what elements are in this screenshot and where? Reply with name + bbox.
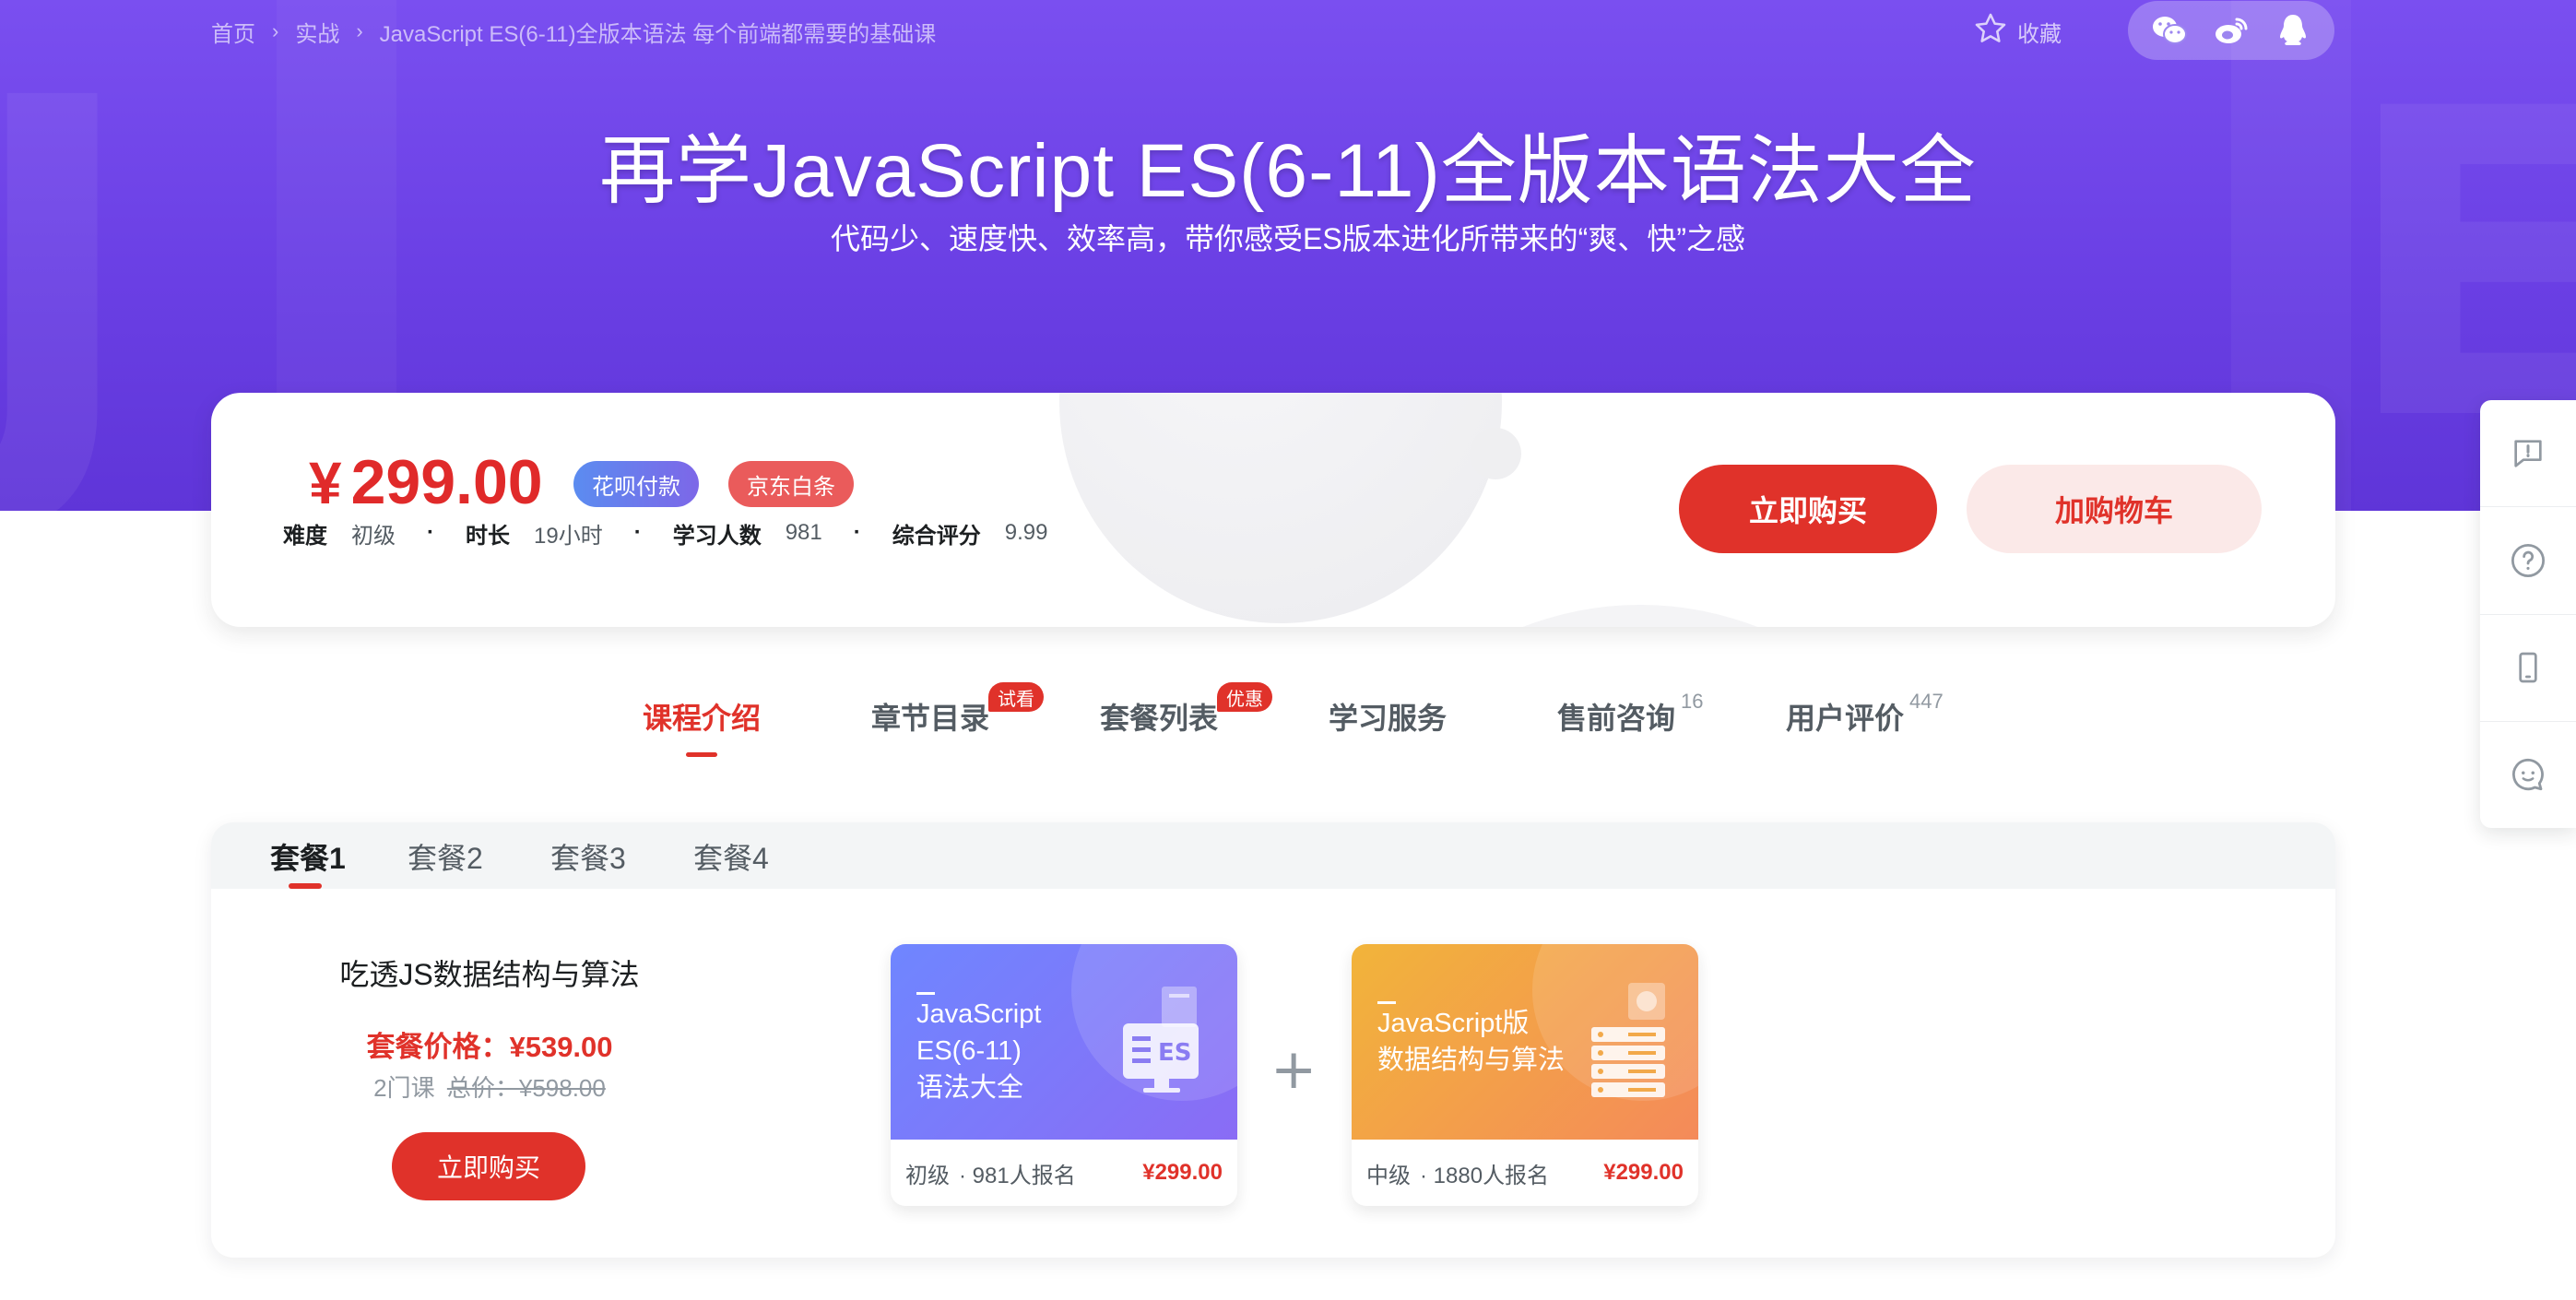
package-course-count: 2门课	[373, 1074, 435, 1102]
tab-package-1[interactable]: 套餐1	[270, 835, 346, 878]
meta-label-learners: 学习人数	[672, 523, 762, 549]
separator-dot: ·	[853, 520, 861, 545]
meta-value-difficulty: 初级	[351, 523, 396, 549]
wechat-icon[interactable]	[2149, 10, 2190, 51]
tab-chapters[interactable]: 章节目录	[871, 693, 989, 739]
card-decoration	[1318, 605, 1963, 627]
server-stack-icon	[1588, 983, 1676, 1107]
package-panel: 套餐1 套餐2 套餐3 套餐4 吃透JS数据结构与算法 套餐价格：¥539.00…	[211, 822, 2335, 1258]
course-title: 再学JavaScript ES(6-11)全版本语法大全	[599, 129, 1977, 213]
tab-package-4[interactable]: 套餐4	[693, 835, 769, 878]
breadcrumb-current: JavaScript ES(6-11)全版本语法 每个前端都需要的基础课	[379, 21, 937, 47]
active-package-indicator	[289, 883, 322, 889]
card-decoration	[1470, 428, 1521, 479]
meta-value-duration: 19小时	[534, 523, 603, 549]
side-toolbar	[2480, 400, 2576, 828]
chevron-right-icon: ›	[272, 19, 279, 42]
discount-badge: 优惠	[1217, 682, 1272, 712]
share-group	[2128, 1, 2334, 60]
course-card-title: JavaScript版 数据结构与算法	[1377, 1009, 1566, 1075]
course-level: 初级	[905, 1163, 950, 1188]
add-to-cart-button[interactable]: 加购物车	[1967, 465, 2262, 553]
price-value: 299.00	[350, 447, 543, 517]
breadcrumb-category[interactable]: 实战	[295, 16, 339, 48]
course-price: ¥299.00	[1142, 1160, 1223, 1185]
favorite-button[interactable]: 收藏	[1973, 13, 2062, 50]
tab-learning-service[interactable]: 学习服务	[1329, 693, 1447, 739]
feedback-icon[interactable]	[2480, 400, 2576, 508]
course-card[interactable]: JavaScript版 数据结构与算法 中级 · 1880人报名 ¥299.00	[1352, 944, 1698, 1206]
cover-dash	[1377, 1001, 1396, 1004]
course-level: 中级	[1366, 1163, 1411, 1188]
es-monitor-icon: ES	[1117, 987, 1210, 1102]
consult-count: 16	[1681, 690, 1704, 713]
help-icon[interactable]	[2480, 507, 2576, 615]
favorite-label: 收藏	[2017, 21, 2062, 47]
course-card[interactable]: JavaScript ES(6-11) 语法大全 ES 初级 · 981人报名 …	[891, 944, 1237, 1206]
meta-label-duration: 时长	[466, 523, 510, 549]
chevron-right-icon: ›	[356, 19, 363, 42]
meta-value-rating: 9.99	[1004, 520, 1048, 545]
breadcrumb-home[interactable]: 首页	[211, 16, 255, 48]
price-card: ¥ 299.00 花呗付款 京东白条 难度 初级 · 时长 19小时 · 学习人…	[211, 393, 2335, 627]
currency-symbol: ¥	[309, 450, 342, 516]
course-enrolled-count: 1880人报名	[1433, 1163, 1550, 1188]
tab-presales-consult[interactable]: 售前咨询	[1557, 693, 1675, 739]
course-cover: JavaScript ES(6-11) 语法大全 ES	[891, 944, 1237, 1140]
course-enrolled: · 1880人报名	[1420, 1163, 1550, 1188]
course-enrolled-count: 981人报名	[972, 1163, 1076, 1188]
package-original-price: 总价：¥598.00	[446, 1074, 606, 1102]
review-count: 447	[1909, 690, 1944, 713]
breadcrumb: 首页 › 实战 › JavaScript ES(6-11)全版本语法 每个前端都…	[211, 15, 936, 48]
course-card-title: JavaScript ES(6-11) 语法大全	[916, 999, 1042, 1103]
cover-dash	[916, 992, 935, 995]
course-card-footer: 初级 · 981人报名 ¥299.00	[891, 1140, 1237, 1206]
package-total: 2门课 总价：¥598.00	[211, 1070, 768, 1104]
meta-label-difficulty: 难度	[283, 523, 327, 549]
course-price: ¥299.00	[1603, 1160, 1684, 1185]
card-decoration	[1059, 393, 1502, 623]
course-cover: JavaScript版 数据结构与算法	[1352, 944, 1698, 1140]
package-tabs: 套餐1 套餐2 套餐3 套餐4	[211, 822, 2335, 889]
weibo-icon[interactable]	[2211, 10, 2251, 51]
tab-package-3[interactable]: 套餐3	[550, 835, 626, 878]
separator-dot: ·	[633, 520, 642, 545]
package-buy-button[interactable]: 立即购买	[392, 1132, 585, 1200]
meta-value-learners: 981	[785, 520, 822, 545]
course-meta: 难度 初级 · 时长 19小时 · 学习人数 981 · 综合评分 9.99	[283, 514, 1047, 551]
meta-label-rating: 综合评分	[892, 523, 981, 549]
tab-packages[interactable]: 套餐列表	[1100, 693, 1218, 739]
course-subtitle: 代码少、速度快、效率高，带你感受ES版本进化所带来的“爽、快”之感	[830, 222, 1745, 255]
separator-dot: ·	[427, 520, 434, 545]
course-card-footer: 中级 · 1880人报名 ¥299.00	[1352, 1140, 1698, 1206]
tab-course-intro[interactable]: 课程介绍	[643, 693, 761, 739]
plus-icon: +	[1270, 1037, 1318, 1102]
course-nav-tabs: 课程介绍 章节目录 试看 套餐列表 优惠 学习服务 售前咨询 16 用户评价 4…	[0, 682, 2576, 757]
tab-package-2[interactable]: 套餐2	[408, 835, 483, 878]
package-price: 套餐价格：¥539.00	[366, 1031, 613, 1063]
huabei-badge: 花呗付款	[573, 461, 699, 507]
active-tab-indicator	[686, 752, 717, 757]
course-price: ¥ 299.00	[309, 446, 543, 518]
buy-now-button[interactable]: 立即购买	[1679, 465, 1937, 553]
svg-text:ES: ES	[1158, 1039, 1192, 1067]
tab-user-reviews[interactable]: 用户评价	[1786, 693, 1904, 739]
package-name: 吃透JS数据结构与算法	[339, 958, 640, 991]
jd-baitiao-badge: 京东白条	[728, 461, 854, 507]
qq-icon[interactable]	[2273, 10, 2313, 51]
trial-badge: 试看	[988, 682, 1044, 712]
star-icon	[1973, 11, 2008, 53]
course-enrolled: · 981人报名	[959, 1163, 1076, 1188]
